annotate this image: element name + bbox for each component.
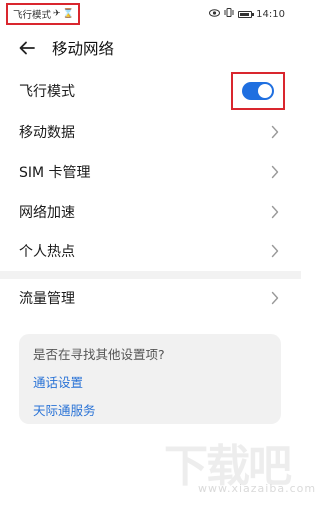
page-title: 移动网络: [52, 40, 115, 58]
data-usage-row[interactable]: 流量管理: [0, 279, 301, 317]
suggestion-card: 是否在寻找其他设置项? 通话设置 天际通服务: [19, 334, 281, 424]
data-usage-label: 流量管理: [19, 291, 75, 307]
mobile-data-row[interactable]: 移动数据: [0, 113, 301, 151]
skytone-service-link[interactable]: 天际通服务: [33, 400, 267, 419]
hotspot-label: 个人热点: [19, 244, 75, 260]
status-right: 14:10: [209, 8, 285, 20]
hourglass-icon: ⌛: [62, 9, 74, 19]
chevron-right-icon: [271, 165, 279, 179]
airplane-mode-toggle[interactable]: [242, 82, 274, 100]
airplane-mode-status-text: 飞行模式: [13, 10, 52, 21]
back-button[interactable]: [12, 34, 42, 62]
airplane-icon: ✈: [53, 9, 61, 19]
suggestion-question: 是否在寻找其他设置项?: [33, 347, 165, 362]
back-arrow-icon: [19, 41, 35, 55]
toggle-knob: [258, 84, 272, 98]
header: 移动网络: [0, 34, 301, 62]
chevron-right-icon: [271, 244, 279, 258]
chevron-right-icon: [271, 205, 279, 219]
sim-management-label: SIM 卡管理: [19, 165, 91, 181]
sim-management-row[interactable]: SIM 卡管理: [0, 153, 301, 191]
status-bar: 飞行模式 ✈ ⌛ 14:10: [0, 0, 301, 28]
chevron-right-icon: [271, 125, 279, 139]
watermark-url: www.xiazaiba.com: [198, 482, 317, 495]
battery-icon: [238, 10, 255, 18]
network-boost-row[interactable]: 网络加速: [0, 193, 301, 231]
clock: 14:10: [256, 8, 285, 20]
watermark: 下载吧 www.xiazaiba.com: [158, 430, 315, 502]
chevron-right-icon: [271, 291, 279, 305]
call-settings-link[interactable]: 通话设置: [33, 372, 267, 391]
section-divider: [0, 271, 301, 279]
mobile-data-label: 移动数据: [19, 125, 75, 141]
hotspot-row[interactable]: 个人热点: [0, 232, 301, 270]
status-left-highlight: 飞行模式 ✈ ⌛: [6, 3, 80, 25]
vibrate-icon: [224, 8, 234, 20]
eye-icon: [209, 8, 221, 20]
network-boost-label: 网络加速: [19, 205, 75, 221]
toggle-highlight: [231, 72, 285, 110]
